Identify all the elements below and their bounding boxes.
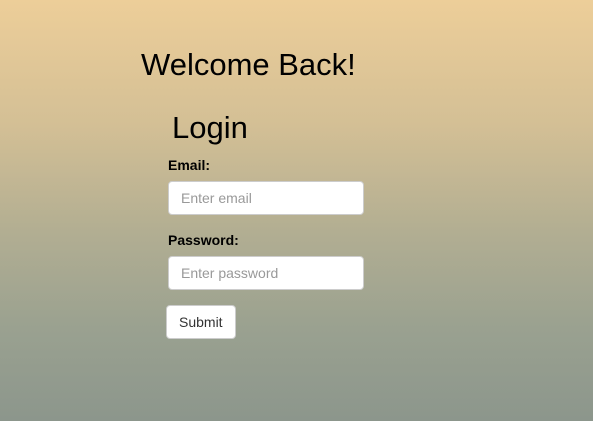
email-label: Email: — [168, 157, 211, 173]
login-form: Login Email: Password: Submit — [166, 108, 366, 339]
password-input[interactable] — [168, 256, 364, 290]
email-input[interactable] — [168, 181, 364, 215]
login-title: Login — [172, 110, 248, 145]
page-background: { "header": { "welcome_text": "Welcome B… — [0, 0, 593, 421]
submit-button[interactable]: Submit — [166, 305, 236, 339]
password-label: Password: — [168, 232, 239, 248]
welcome-heading: Welcome Back! — [141, 47, 356, 82]
